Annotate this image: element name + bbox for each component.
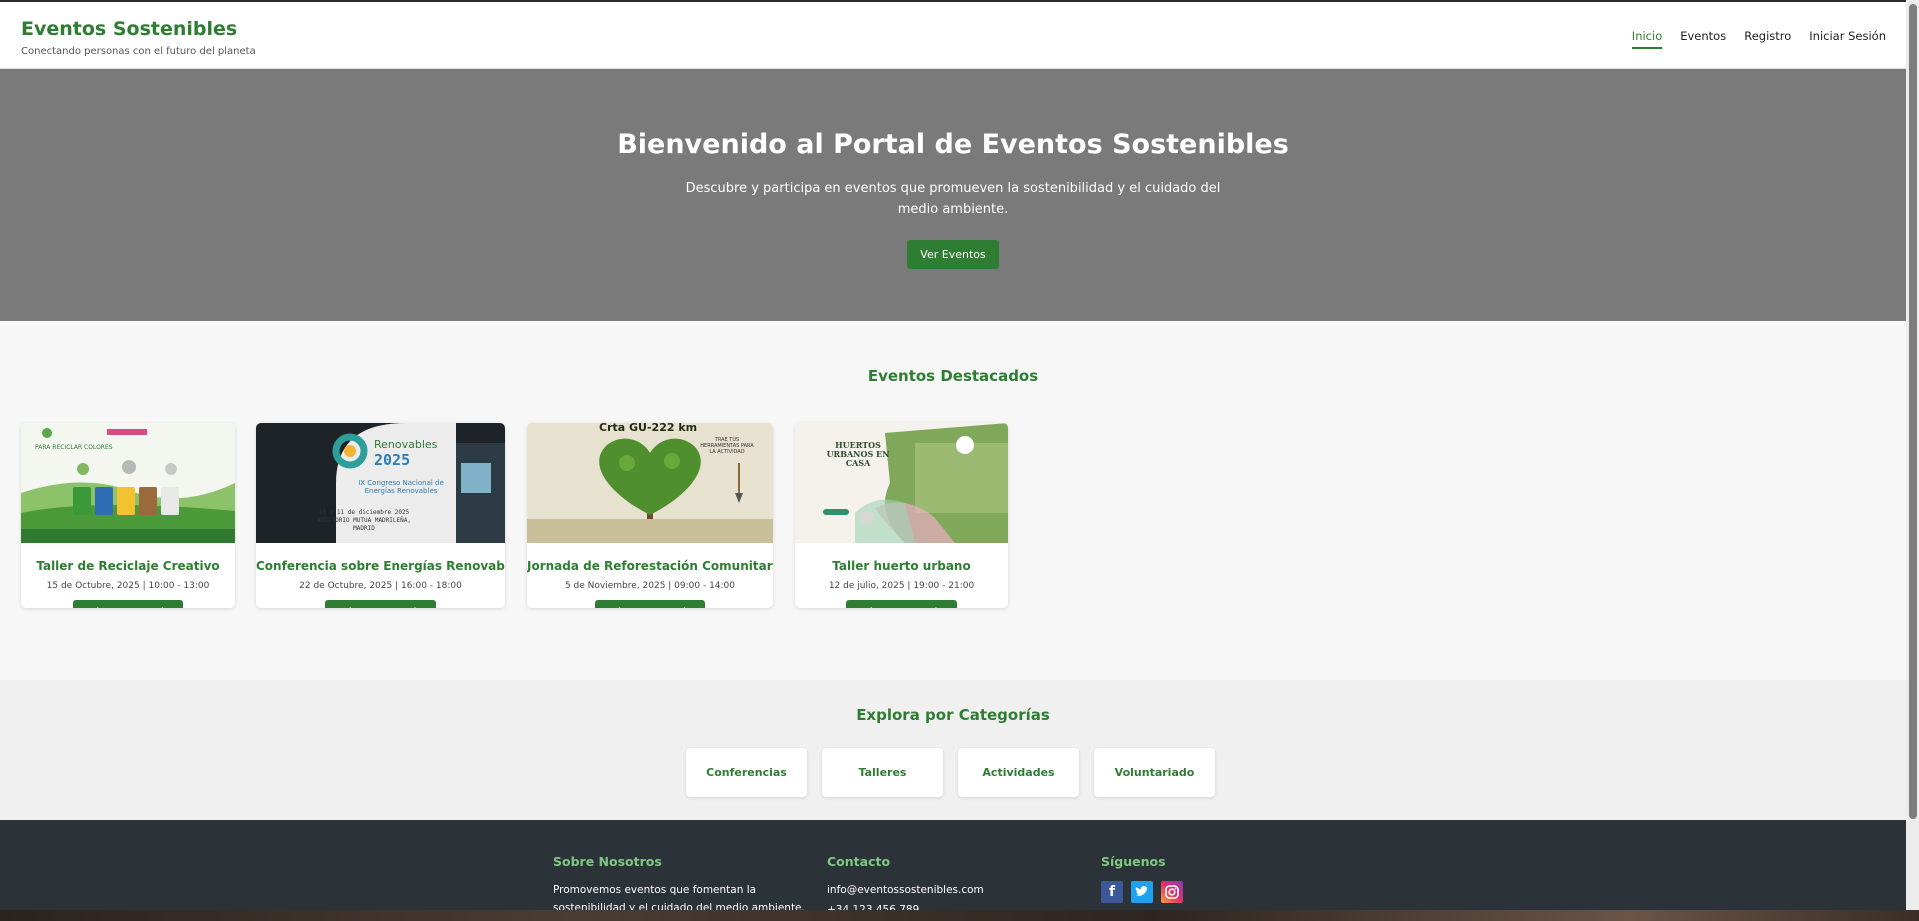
event-title[interactable]: Conferencia sobre Energías Renovables [256,559,505,573]
categories-section: Explora por Categorías Conferencias Tall… [0,680,1906,820]
event-title[interactable]: Jornada de Reforestación Comunitaria [527,559,773,573]
site-footer: Sobre Nosotros Promovemos eventos que fo… [0,820,1906,910]
mas-informacion-button[interactable]: Más información [594,600,706,608]
twitter-icon[interactable] [1131,881,1153,903]
featured-events-section: Eventos Destacados PARA RECICLAR COLORES [0,321,1906,680]
ver-eventos-button[interactable]: Ver Eventos [907,240,999,269]
event-date: 12 de julio, 2025 | 19:00 - 21:00 [828,581,975,591]
hero-description: Descubre y participa en eventos que prom… [685,181,1221,217]
event-card: Crta GU-222 km TRAE TUS HERRAMIENTAS PAR… [527,423,773,608]
event-card: PARA RECICLAR COLORES Taller de Reciclaj… [21,423,235,608]
footer-social-title: Síguenos [1101,854,1166,869]
site-tagline: Conectando personas con el futuro del pl… [21,46,256,57]
mas-informacion-button[interactable]: Más información [72,600,184,608]
footer-social: Síguenos f [1101,854,1301,903]
scrollbar-thumb[interactable] [1909,4,1917,819]
poster-text: 2025 [374,451,410,469]
category-list: Conferencias Talleres Actividades Volunt… [686,748,1215,797]
category-talleres[interactable]: Talleres [822,748,943,797]
event-image-huerto[interactable]: HUERTOS URBANOS EN CASA [795,423,1008,543]
footer-about: Sobre Nosotros Promovemos eventos que fo… [553,854,813,910]
vertical-scrollbar[interactable] [1906,0,1919,910]
categories-title: Explora por Categorías [856,706,1050,724]
nav-eventos[interactable]: Eventos [1680,29,1726,49]
poster-text: 10 y 11 de diciembre 2025 AUDITORIO MUTU… [317,509,411,532]
social-links: f [1101,881,1301,903]
footer-contact: Contacto info@eventossostenibles.com +34… [827,854,1077,910]
poster-text: PARA RECICLAR COLORES [35,444,113,451]
poster-text: TRAE TUS HERRAMIENTAS PARA LA ACTIVIDAD [700,437,754,455]
desktop-background-strip [0,910,1919,921]
event-image-renovables[interactable]: Renovables 2025 IX Congreso Nacional de … [256,423,505,543]
nav-inicio[interactable]: Inicio [1631,29,1663,49]
nav-registro[interactable]: Registro [1744,29,1791,49]
category-actividades[interactable]: Actividades [958,748,1079,797]
category-conferencias[interactable]: Conferencias [686,748,807,797]
hero-title: Bienvenido al Portal de Eventos Sostenib… [617,129,1289,160]
event-date: 22 de Octubre, 2025 | 16:00 - 18:00 [299,581,462,591]
hero-section: Bienvenido al Portal de Eventos Sostenib… [0,69,1906,321]
footer-contact-title: Contacto [827,854,891,869]
instagram-icon[interactable] [1161,881,1183,903]
mas-informacion-button[interactable]: Más información [325,600,436,608]
nav-iniciar-sesion[interactable]: Iniciar Sesión [1809,29,1886,49]
facebook-icon[interactable]: f [1101,881,1123,903]
footer-phone: +34 123 456 789 [827,904,920,910]
footer-about-title: Sobre Nosotros [553,854,662,869]
featured-title: Eventos Destacados [867,367,1039,385]
footer-email[interactable]: info@eventossostenibles.com [827,881,1077,899]
event-date: 5 de Noviembre, 2025 | 09:00 - 14:00 [564,581,736,591]
event-image-reciclaje[interactable]: PARA RECICLAR COLORES [21,423,235,543]
category-voluntariado[interactable]: Voluntariado [1094,748,1215,797]
main-nav: Inicio Eventos Registro Iniciar Sesión [1631,29,1886,49]
poster-text: HUERTOS URBANOS EN CASA [826,441,890,468]
browser-viewport: Eventos Sostenibles Conectando personas … [0,0,1906,910]
mas-informacion-button[interactable]: Más información [846,600,957,608]
event-card: HUERTOS URBANOS EN CASA Taller huerto ur… [795,423,1008,608]
site-header: Eventos Sostenibles Conectando personas … [0,2,1906,69]
event-card: Renovables 2025 IX Congreso Nacional de … [256,423,505,608]
site-title[interactable]: Eventos Sostenibles [21,18,237,40]
poster-text: IX Congreso Nacional de Energías Renovab… [358,479,444,495]
event-image-reforestacion[interactable]: Crta GU-222 km TRAE TUS HERRAMIENTAS PAR… [527,423,773,543]
poster-text: Crta GU-222 km [599,423,697,434]
event-title[interactable]: Taller de Reciclaje Creativo [21,559,235,573]
event-date: 15 de Octubre, 2025 | 10:00 - 13:00 [46,581,210,591]
footer-about-text: Promovemos eventos que fomentan la soste… [553,884,805,910]
event-title[interactable]: Taller huerto urbano [795,559,1008,573]
poster-text: Renovables [374,438,438,451]
